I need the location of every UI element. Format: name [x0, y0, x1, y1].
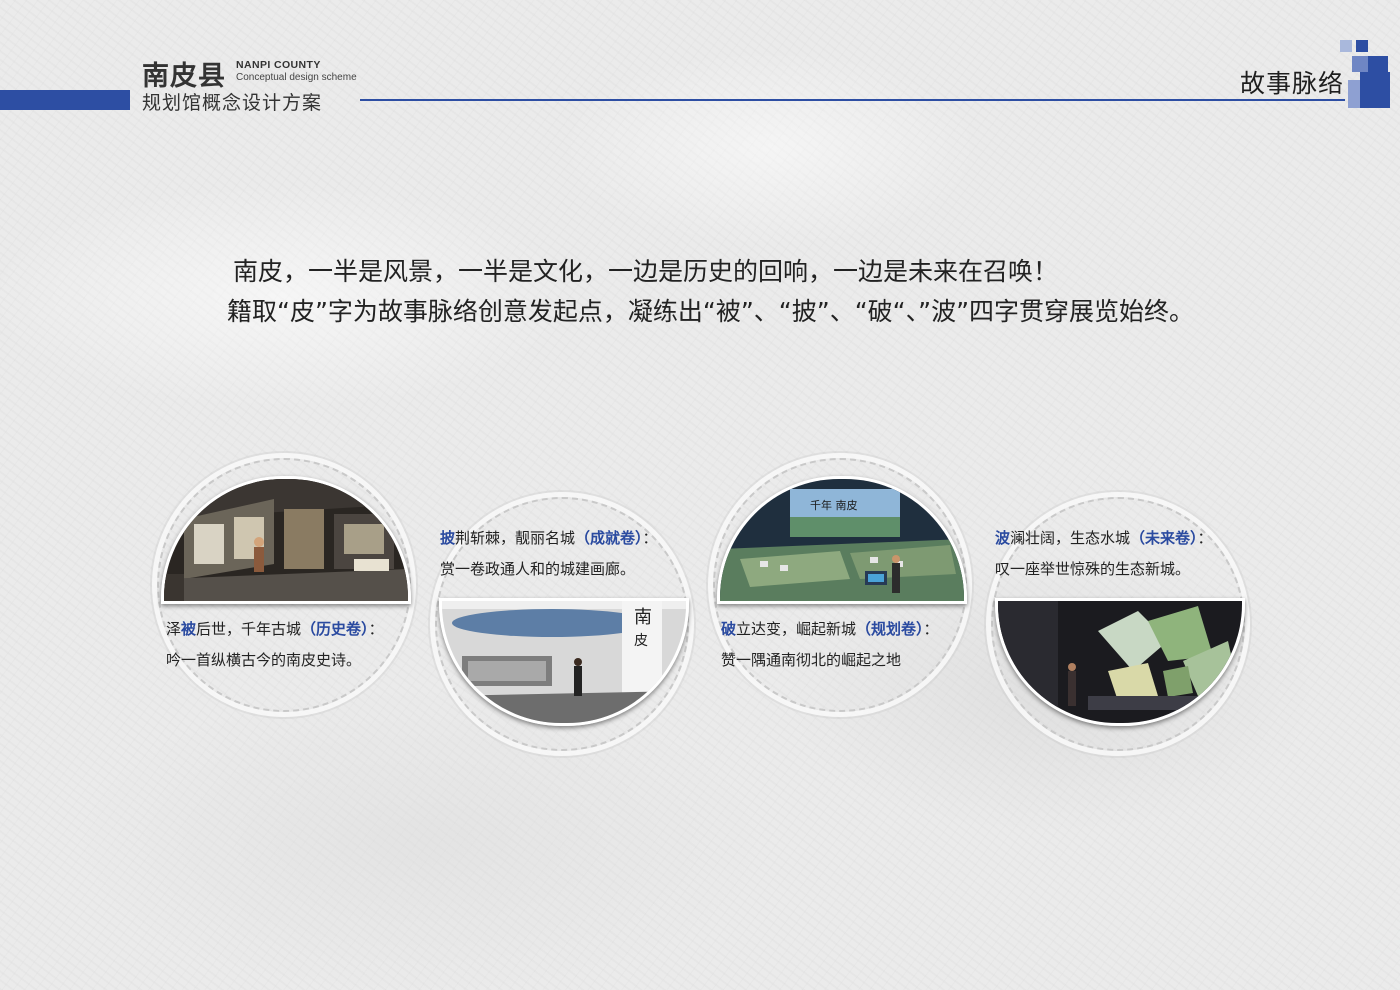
- header-accent-bar: [0, 90, 130, 110]
- caption-achievement: 披荆斩棘，靓丽名城（成就卷）： 赏一卷政通人和的城建画廊。: [440, 523, 658, 585]
- section-title: 故事脉络: [1239, 69, 1344, 98]
- caption-planning-line1: 破立达变，崛起新城（规划卷）：: [721, 620, 939, 638]
- intro-paragraph-1: 南皮，一半是风景，一半是文化，一边是历史的回响，一边是未来在召唤！: [233, 257, 1059, 286]
- caption-achievement-line1: 披荆斩棘，靓丽名城（成就卷）：: [440, 529, 658, 547]
- svg-text:皮: 皮: [634, 633, 648, 649]
- logo-subtitle: 规划馆概念设计方案: [142, 92, 323, 114]
- intro-text: 南皮，一半是风景，一半是文化，一边是历史的回响，一边是未来在召唤！ 籍取“皮”字…: [175, 252, 1235, 332]
- svg-text:千年 南皮: 千年 南皮: [810, 498, 858, 512]
- caption-future: 波澜壮阔，生态水城（未来卷）： 叹一座举世惊殊的生态新城。: [995, 523, 1213, 585]
- caption-future-line1: 波澜壮阔，生态水城（未来卷）：: [995, 529, 1213, 547]
- intro-paragraph-2: 籍取“皮”字为故事脉络创意发起点，凝练出“被”、“披”、“破“、”波”四字贯穿展…: [227, 297, 1195, 326]
- caption-history-line1: 泽被后世，千年古城（历史卷）：: [166, 620, 384, 638]
- caption-future-line2: 叹一座举世惊殊的生态新城。: [995, 560, 1191, 578]
- caption-achievement-line2: 赏一卷政通人和的城建画廊。: [440, 560, 636, 578]
- caption-history: 泽被后世，千年古城（历史卷）： 吟一首纵横古今的南皮史诗。: [166, 614, 384, 676]
- svg-text:南: 南: [634, 607, 652, 628]
- header-rule: [360, 99, 1345, 101]
- caption-planning: 破立达变，崛起新城（规划卷）： 赞一隅通南彻北的崛起之地: [721, 614, 939, 676]
- logo-english-subtitle: Conceptual design scheme: [236, 72, 357, 83]
- caption-history-line2: 吟一首纵横古今的南皮史诗。: [166, 651, 362, 669]
- caption-planning-line2: 赞一隅通南彻北的崛起之地: [721, 651, 902, 669]
- logo-english: NANPI COUNTY: [236, 59, 321, 71]
